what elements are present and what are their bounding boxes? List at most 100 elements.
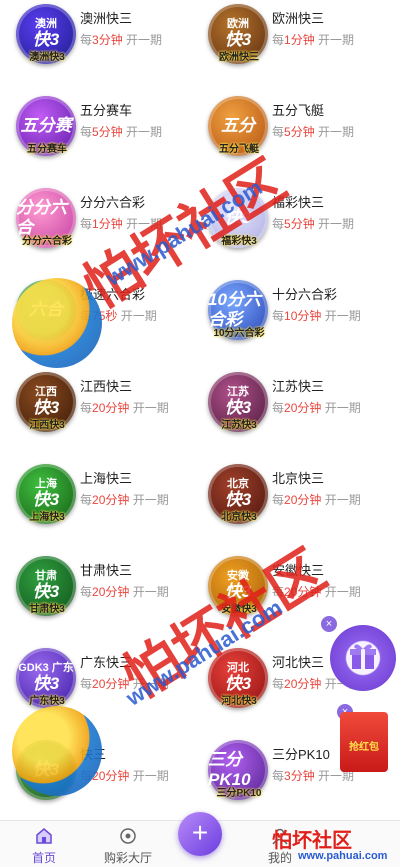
red-packet-button[interactable]: 抢红包 xyxy=(340,712,388,772)
period-prefix: 每 xyxy=(272,493,285,507)
period-prefix: 每 xyxy=(80,125,93,139)
game-item[interactable]: 澳洲 快3 澳洲快3 澳洲快三 每3分钟 开一期 xyxy=(0,0,200,92)
watermark-logo-2 xyxy=(12,706,102,796)
period-prefix: 每 xyxy=(272,33,285,47)
game-name: 澳洲快三 xyxy=(80,11,133,26)
period-interval: 20分钟 xyxy=(92,585,130,599)
game-logo-caption: 广东快3 xyxy=(29,696,65,707)
game-period: 每5分钟 开一期 xyxy=(272,123,354,140)
game-logo-main: 快3 xyxy=(32,398,60,417)
period-suffix: 开一期 xyxy=(318,217,355,231)
period-interval: 3分钟 xyxy=(284,769,315,783)
game-logo-caption: 江苏快3 xyxy=(221,420,257,431)
game-item[interactable]: 江苏 快3 江苏快3 江苏快三每20分钟 开一期 xyxy=(200,368,400,460)
game-period: 每20分钟 开一期 xyxy=(80,491,169,508)
game-row: 上海 快3 上海快3 上海快三 每20分钟 开一期 北京 快3 北京快3 北京快三 每20分钟 开… xyxy=(0,460,400,552)
period-prefix: 每 xyxy=(272,677,285,691)
game-name: 欧洲快三 xyxy=(272,11,325,26)
game-item[interactable]: 欧洲 快3 欧洲快三 欧洲快三 每1分钟 开一期 xyxy=(200,0,400,92)
period-prefix: 每 xyxy=(80,677,93,691)
period-prefix: 每 xyxy=(272,401,285,415)
game-logo-top: 江苏 xyxy=(227,386,249,398)
tab-home[interactable]: 首页 xyxy=(4,821,84,867)
period-suffix: 开一期 xyxy=(132,493,169,507)
period-interval: 5分钟 xyxy=(92,125,123,139)
game-name: 三分PK10 xyxy=(272,747,330,762)
game-logo-top: 上海 xyxy=(35,478,57,490)
game-period: 每1分钟 开一期 xyxy=(272,31,354,48)
game-period: 每3分钟 开一期 xyxy=(80,31,162,48)
game-name: 十分六合彩 xyxy=(272,287,338,302)
game-logo-caption: 欧洲快三 xyxy=(219,52,259,63)
game-name: 江苏快三 xyxy=(272,379,325,394)
game-item[interactable]: 10分六合彩 10分六合彩 十分六合彩 每10分钟 开一期 xyxy=(200,276,400,368)
game-name: 分分六合彩 xyxy=(80,195,146,210)
game-row: 澳洲 快3 澳洲快3 澳洲快三 每3分钟 开一期 欧洲 快3 欧洲快三 欧洲快三 每1分钟 开一期 xyxy=(0,0,400,92)
tab-hall[interactable]: 购彩大厅 xyxy=(88,821,168,867)
game-logo-main: 五分 xyxy=(221,116,255,135)
period-suffix: 开一期 xyxy=(318,125,355,139)
period-interval: 5分钟 xyxy=(284,217,315,231)
period-interval: 1分钟 xyxy=(284,33,315,47)
game-logo-main: 快3 xyxy=(32,490,60,509)
period-prefix: 每 xyxy=(272,309,285,323)
period-prefix: 每 xyxy=(80,401,93,415)
game-logo-caption: 五分赛车 xyxy=(27,144,67,155)
game-logo-top: 欧洲 xyxy=(227,18,249,30)
game-logo-main: 快3 xyxy=(224,30,252,49)
plus-button[interactable]: + xyxy=(178,812,222,856)
period-interval: 20分钟 xyxy=(284,493,322,507)
home-icon xyxy=(36,828,52,844)
period-interval: 10分钟 xyxy=(284,309,322,323)
period-suffix: 开一期 xyxy=(324,493,361,507)
game-name: 河北快三 xyxy=(272,655,325,670)
period-interval: 20分钟 xyxy=(92,493,130,507)
period-interval: 20分钟 xyxy=(92,769,130,783)
game-logo-caption: 江西快3 xyxy=(29,420,65,431)
gift-icon xyxy=(350,644,376,669)
period-interval: 3分钟 xyxy=(92,33,123,47)
game-logo-top: 澳洲 xyxy=(35,18,57,30)
period-interval: 20分钟 xyxy=(284,677,322,691)
game-row: 江西 快3 江西快3 江西快三 每20分钟 开一期 江苏 快3 江苏快3 江苏快三 每20分钟 开… xyxy=(0,368,400,460)
period-prefix: 每 xyxy=(80,493,93,507)
game-period: 每5分钟 开一期 xyxy=(80,123,162,140)
game-period: 每20分钟 开一期 xyxy=(272,399,361,416)
period-prefix: 每 xyxy=(272,125,285,139)
period-prefix: 每 xyxy=(80,217,93,231)
gift-float-button[interactable] xyxy=(330,625,396,691)
period-prefix: 每 xyxy=(80,585,93,599)
game-item[interactable]: 上海 快3 上海快3 上海快三每20分钟 开一期 xyxy=(0,460,200,552)
game-item[interactable]: 江西 快3 江西快3 江西快三 每20分钟 开一期 xyxy=(0,368,200,460)
period-interval: 20分钟 xyxy=(92,401,130,415)
game-period: 每20分钟 开一期 xyxy=(80,583,169,600)
game-logo-main: 快3 xyxy=(32,582,60,601)
period-suffix: 开一期 xyxy=(324,309,361,323)
period-suffix: 开一期 xyxy=(132,585,169,599)
game-item[interactable]: 五分赛 五分赛车 五分赛车 每5分钟 开一期 xyxy=(0,92,200,184)
game-period: 每5分钟 开一期 xyxy=(272,215,354,232)
game-name: 五分飞艇 xyxy=(272,103,325,118)
tab-home-label: 首页 xyxy=(31,851,56,865)
game-logo-caption: 北京快3 xyxy=(221,512,257,523)
period-suffix: 开一期 xyxy=(132,401,169,415)
game-name: 甘肃快三 xyxy=(80,563,133,578)
period-prefix: 每 xyxy=(272,769,285,783)
game-name: 江西快三 xyxy=(80,379,133,394)
game-period: 每10分钟 开一期 xyxy=(272,307,361,324)
game-logo-main: 五分赛 xyxy=(20,116,72,135)
game-name: 上海快三 xyxy=(80,471,133,486)
game-logo-caption: 三分PK10 xyxy=(216,788,262,799)
game-logo-main: 快3 xyxy=(224,490,252,509)
game-logo-caption: 河北快3 xyxy=(221,696,257,707)
watermark-corner-url: www.pahuai.com xyxy=(298,850,388,862)
game-logo-main: 快3 xyxy=(224,398,252,417)
period-suffix: 开一期 xyxy=(132,769,169,783)
game-logo-caption: 上海快3 xyxy=(29,512,65,523)
game-logo-top: 甘肃 xyxy=(35,570,57,582)
game-period: 每20分钟 开一期 xyxy=(272,491,361,508)
period-suffix: 开一期 xyxy=(126,33,163,47)
game-logo-caption: 甘肃快3 xyxy=(29,604,65,615)
period-suffix: 开一期 xyxy=(318,33,355,47)
game-logo-caption: 10分六合彩 xyxy=(213,328,265,339)
